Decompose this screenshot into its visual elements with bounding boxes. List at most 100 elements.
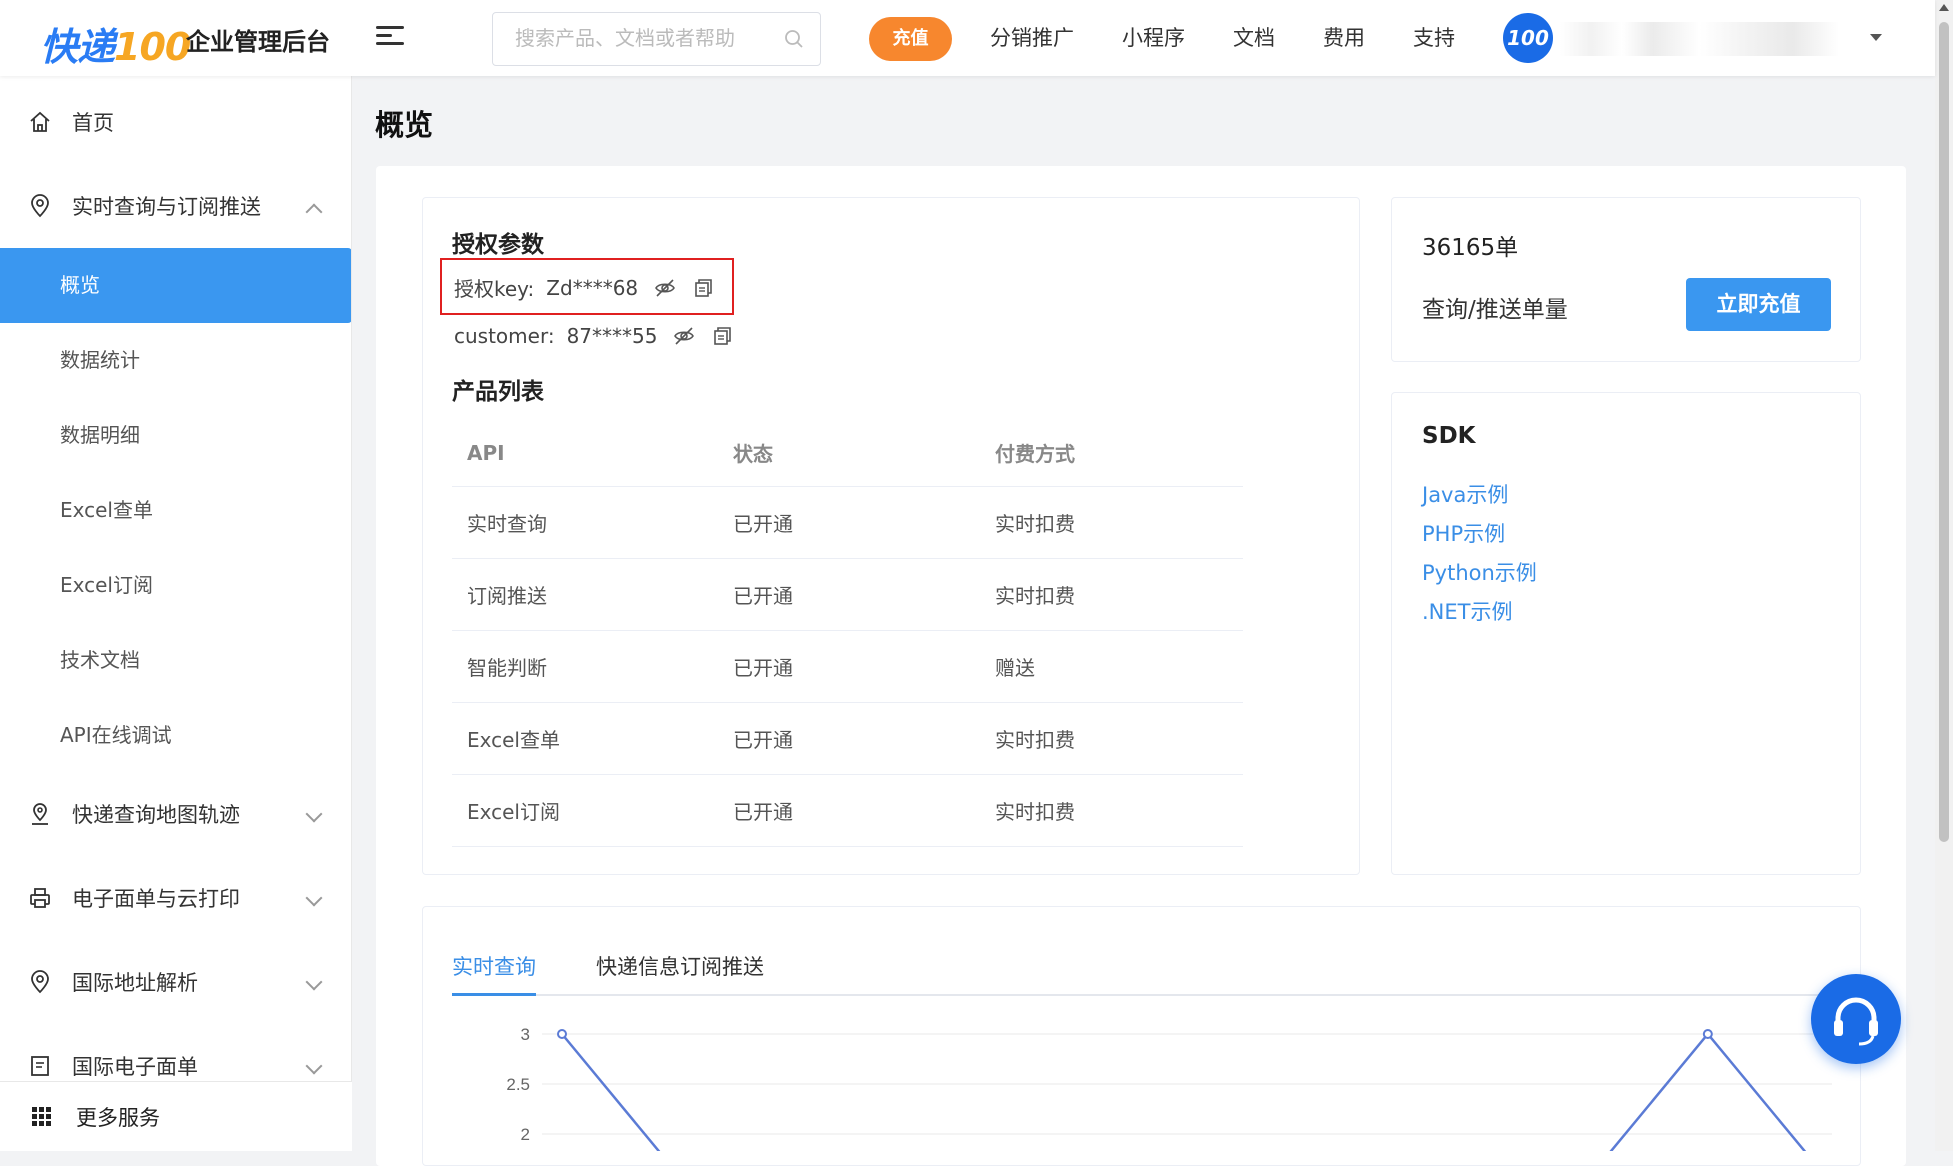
search-icon[interactable] [784,29,804,49]
sdk-link-python[interactable]: Python示例 [1422,557,1537,587]
more-services-button[interactable]: 更多服务 [0,1081,352,1151]
scroll-up-arrow-icon[interactable] [1939,4,1949,11]
page-title: 概览 [375,108,434,142]
location-pin-icon [31,970,49,994]
grid-icon [32,1106,52,1127]
sidebar-section-label: 国际电子面单 [72,1055,198,1079]
app-title: 企业管理后台 [186,28,330,56]
auth-key-row: 授权key: Zd****68 [454,273,714,302]
table-cell: 智能判断 [452,630,718,703]
column-header: 状态 [718,420,980,487]
table-cell: 订阅推送 [452,558,718,631]
sdk-link-java[interactable]: Java示例 [1422,479,1508,509]
sidebar-section-label: 实时查询与订阅推送 [72,195,261,219]
products-table: API 状态 付费方式 实时查询 已开通 实时扣费 订阅推送 已开通 实时扣费 … [452,420,1243,847]
series-line [1609,1032,1807,1151]
sidebar: 首页 实时查询与订阅推送 概览 数据统计 数据明细 Excel查单 Excel订… [0,76,352,1151]
logo-text: 快递 [40,25,115,69]
sidebar-item-excel-query[interactable]: Excel查单 [0,473,351,548]
order-count-label: 查询/推送单量 [1422,297,1568,323]
nav-miniprogram[interactable]: 小程序 [1122,22,1185,52]
scrollbar-thumb[interactable] [1939,22,1949,842]
customer-service-button[interactable] [1811,974,1901,1064]
sdk-link-dotnet[interactable]: .NET示例 [1422,596,1512,626]
table-header-row: API 状态 付费方式 [452,420,1243,487]
nav-fees[interactable]: 费用 [1323,22,1365,52]
more-services-label: 更多服务 [76,1105,160,1130]
nav-distribution[interactable]: 分销推广 [990,22,1074,52]
nav-support[interactable]: 支持 [1413,22,1455,52]
sidebar-item-overview[interactable]: 概览 [0,248,351,323]
column-header: 付费方式 [980,420,1243,487]
search-box[interactable] [492,12,821,66]
table-row: 实时查询 已开通 实时扣费 [452,486,1243,559]
logo[interactable]: 快递100 [40,16,191,71]
sidebar-item-details[interactable]: 数据明细 [0,398,351,473]
customer-value: 87****55 [566,324,658,348]
chevron-down-icon [305,973,323,991]
data-point[interactable] [557,1029,567,1039]
account-dropdown-icon[interactable] [1870,34,1882,41]
recharge-button[interactable]: 充值 [869,17,952,61]
data-point[interactable] [1702,1029,1713,1039]
chevron-up-icon [305,203,323,221]
copy-icon[interactable] [692,277,714,299]
sidebar-section-intl-address[interactable]: 国际地址解析 [0,952,351,1012]
sidebar-item-tech-docs[interactable]: 技术文档 [0,623,351,698]
table-row: Excel查单 已开通 实时扣费 [452,702,1243,775]
avatar[interactable]: 100 [1503,13,1553,63]
sidebar-section-map[interactable]: 快递查询地图轨迹 [0,784,351,844]
products-title: 产品列表 [452,379,544,405]
copy-icon[interactable] [711,325,733,347]
logo-number: 100 [114,25,191,69]
sidebar-item-label: 首页 [72,111,114,135]
printer-icon [30,888,50,908]
account-name-redacted[interactable] [1560,22,1870,56]
table-cell: 实时扣费 [980,558,1243,631]
table-row: 订阅推送 已开通 实时扣费 [452,558,1243,631]
sidebar-item-excel-subscribe[interactable]: Excel订阅 [0,548,351,623]
y-tick-label: 3 [521,1025,530,1044]
search-input[interactable] [493,13,753,65]
y-tick-label: 2.5 [506,1075,530,1094]
table-cell: 已开通 [718,630,980,703]
menu-toggle-icon[interactable] [376,26,404,50]
chevron-down-icon [305,1057,323,1075]
sdk-link-php[interactable]: PHP示例 [1422,518,1505,548]
sidebar-item-api-debug[interactable]: API在线调试 [0,698,351,773]
tab-realtime-query[interactable]: 实时查询 [452,950,536,996]
table-cell: 已开通 [718,558,980,631]
eye-off-icon[interactable] [654,277,676,299]
nav-docs[interactable]: 文档 [1233,22,1275,52]
sidebar-item-stats[interactable]: 数据统计 [0,323,351,398]
sdk-title: SDK [1422,423,1476,449]
top-bar: 快递100 企业管理后台 充值 分销推广 小程序 文档 费用 支持 100 [0,0,1935,76]
table-cell: 赠送 [980,630,1243,703]
table-cell: Excel查单 [452,702,718,775]
sidebar-section-label: 电子面单与云打印 [72,887,240,911]
table-cell: 实时扣费 [980,702,1243,775]
usage-tabs: 实时查询 快递信息订阅推送 [452,950,1832,996]
order-count: 36165单 [1422,235,1519,261]
table-cell: 实时查询 [452,486,718,559]
sidebar-section-realtime[interactable]: 实时查询与订阅推送 [0,176,351,236]
usage-line-chart: 32.52 [506,1025,1832,1151]
tab-subscribe-push[interactable]: 快递信息订阅推送 [596,950,764,996]
customer-label: customer: [454,324,555,348]
table-cell: 实时扣费 [980,774,1243,847]
map-pin-icon [32,803,48,825]
table-cell: 已开通 [718,774,980,847]
sidebar-item-home[interactable]: 首页 [0,92,351,152]
eye-off-icon[interactable] [673,325,695,347]
document-icon [31,1056,49,1076]
table-row: Excel订阅 已开通 实时扣费 [452,774,1243,847]
sidebar-section-label: 国际地址解析 [72,971,198,995]
sidebar-section-print[interactable]: 电子面单与云打印 [0,868,351,928]
table-cell: Excel订阅 [452,774,718,847]
page-scrollbar[interactable] [1935,0,1953,1151]
sdk-card [1391,392,1861,875]
recharge-now-button[interactable]: 立即充值 [1686,278,1831,331]
table-cell: 实时扣费 [980,486,1243,559]
customer-row: customer: 87****55 [454,324,733,348]
location-pin-icon [31,194,49,218]
